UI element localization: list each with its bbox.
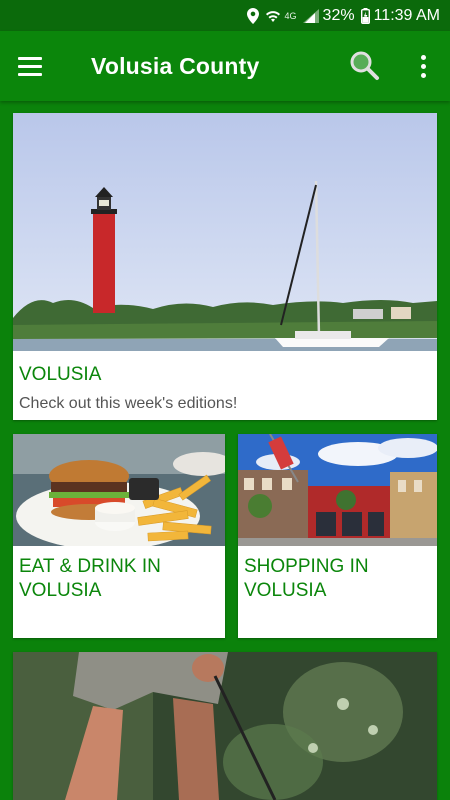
status-bar: 4G 32% 11:39 AM [0,0,450,31]
menu-button[interactable] [18,52,52,80]
card-golf[interactable] [13,652,437,800]
signal-icon [302,8,319,23]
card-title: EAT & DRINK IN VOLUSIA [19,556,161,601]
search-icon [350,51,379,80]
card-eat-drink[interactable]: EAT & DRINK IN VOLUSIA [13,434,225,638]
more-vert-icon [420,54,426,60]
storefront-street-photo [238,434,437,546]
app-title: Volusia County [91,53,260,79]
burger-fries-photo [13,434,225,546]
battery-percent: 32% [322,6,355,24]
lighthouse-sailboat-photo [13,113,437,351]
wifi-calling-icon [265,9,281,23]
card-subtitle: Check out this week's editions! [19,395,238,412]
network-type-label: 4G [284,10,297,21]
location-icon [246,7,259,24]
search-button[interactable] [348,49,382,83]
card-title: SHOPPING IN VOLUSIA [244,556,369,601]
card-title: VOLUSIA [19,364,102,385]
card-volusia[interactable]: VOLUSIA Check out this week's editions! [13,113,437,420]
menu-icon [18,56,42,60]
card-shopping[interactable]: SHOPPING IN VOLUSIA [238,434,437,638]
clock: 11:39 AM [373,6,440,24]
golfer-photo [13,652,437,800]
app-bar: Volusia County [0,31,450,101]
more-options-button[interactable] [410,51,436,81]
battery-charging-icon [360,7,370,24]
